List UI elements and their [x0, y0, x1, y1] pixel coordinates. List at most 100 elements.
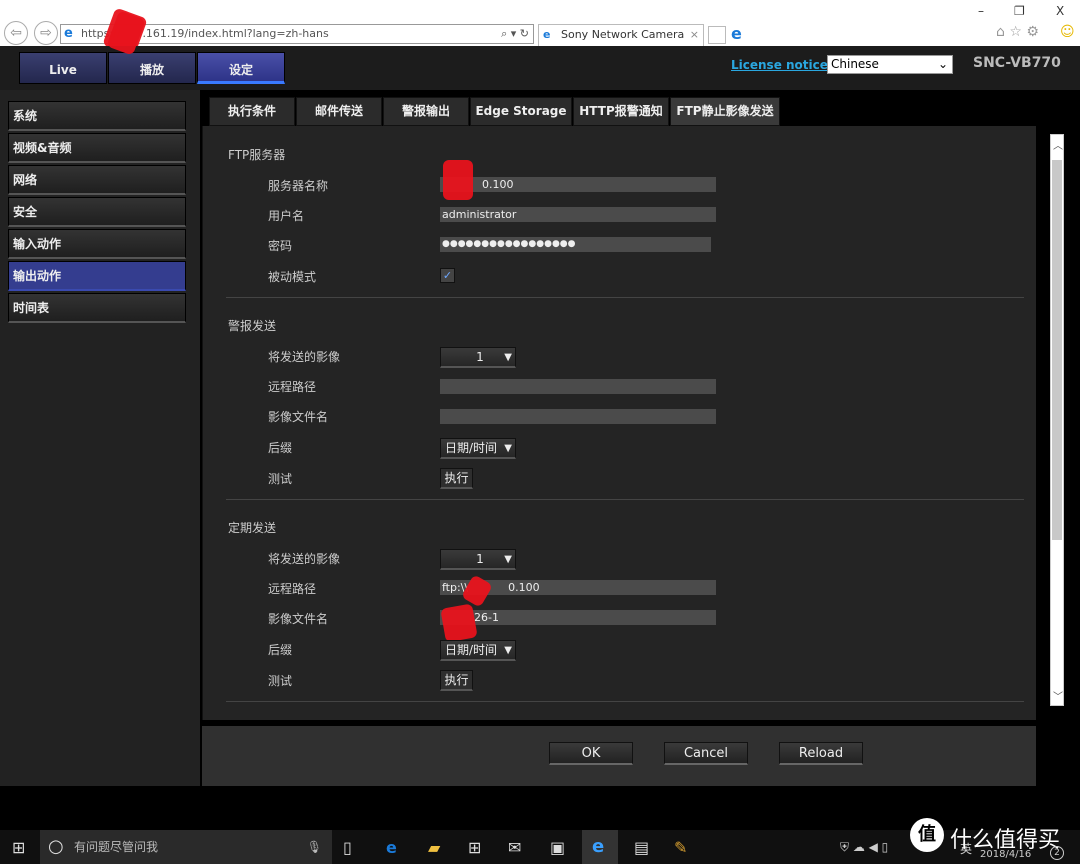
divider	[226, 297, 1024, 298]
search-refresh-icon[interactable]: ⌕ ▾ ↻	[501, 25, 529, 43]
remote-desktop-icon[interactable]: ▤	[634, 838, 649, 857]
password-input[interactable]: ●●●●●●●●●●●●●●●●●	[440, 237, 711, 252]
tab-http-alarm[interactable]: HTTP报警通知	[573, 97, 669, 126]
server-name-input[interactable]: 0.100	[440, 177, 716, 192]
sidebar-item-security[interactable]: 安全	[8, 197, 186, 227]
image-select[interactable]: 1 ▼	[440, 347, 516, 368]
license-notice-link[interactable]: License notice	[731, 58, 828, 72]
tab-edge-storage[interactable]: Edge Storage	[470, 97, 572, 126]
field-label: 服务器名称	[268, 179, 329, 193]
model-name: SNC-VB770	[973, 55, 1061, 71]
suffix-select[interactable]: 日期/时间 ▼	[440, 438, 516, 459]
tab-title: Sony Network Camera	[561, 28, 685, 41]
minimize-button[interactable]: –	[978, 4, 984, 18]
path-part: 0.100	[508, 581, 540, 594]
close-tab-icon[interactable]: ×	[690, 25, 699, 45]
suffix-select[interactable]: 日期/时间 ▼	[440, 640, 516, 661]
edge-icon[interactable]: e	[386, 838, 397, 857]
sidebar-item-output-action[interactable]: 输出动作	[8, 261, 186, 291]
select-value: 日期/时间	[445, 643, 498, 657]
triangle-down-icon: ▼	[504, 352, 512, 363]
scrollbar-thumb[interactable]	[1052, 160, 1062, 540]
watermark-text: 什么值得买	[950, 828, 1061, 853]
new-tab-button[interactable]	[708, 26, 726, 44]
field-label: 测试	[268, 472, 293, 486]
divider	[226, 701, 1024, 702]
sidebar-item-network[interactable]: 网络	[8, 165, 186, 195]
tab-mail[interactable]: 邮件传送	[296, 97, 382, 126]
field-label: 将发送的影像	[268, 350, 341, 364]
forward-button[interactable]: ⇨	[34, 21, 58, 45]
language-value: Chinese	[831, 57, 879, 71]
select-value: 日期/时间	[445, 441, 498, 455]
ie-icon: e	[64, 26, 73, 41]
divider	[226, 499, 1024, 500]
file-explorer-icon[interactable]: ▰	[428, 838, 440, 857]
select-value: 1	[476, 552, 484, 566]
store-icon[interactable]: ⊞	[468, 838, 481, 857]
sidebar-item-system[interactable]: 系统	[8, 101, 186, 131]
image-filename-input[interactable]: 26-1	[440, 610, 716, 625]
field-label: 将发送的影像	[268, 552, 341, 566]
field-label: 测试	[268, 674, 293, 688]
nav-playback[interactable]: 播放	[108, 52, 196, 84]
field-label: 远程路径	[268, 582, 317, 596]
passive-mode-checkbox[interactable]: ✓	[440, 268, 455, 283]
field-label: 用户名	[268, 209, 305, 223]
section-title: 定期发送	[228, 521, 277, 535]
triangle-down-icon: ▼	[504, 443, 512, 454]
close-window-button[interactable]: X	[1056, 4, 1064, 18]
nav-live[interactable]: Live	[19, 52, 107, 84]
cortana-circle-icon: ○	[48, 836, 64, 857]
redaction-mark	[440, 603, 478, 643]
section-title: FTP服务器	[228, 148, 286, 162]
field-label: 后缀	[268, 441, 293, 455]
test-run-button[interactable]: 执行	[440, 670, 473, 691]
url-text: .161.19/index.html?lang=zh-hans	[142, 27, 329, 40]
home-star-gear-icons[interactable]: ⌂ ☆ ⚙	[996, 24, 1039, 40]
remote-path-input[interactable]	[440, 379, 716, 394]
image-select[interactable]: 1 ▼	[440, 549, 516, 570]
tab-ftp-still-image[interactable]: FTP静止影像发送	[670, 97, 780, 126]
select-value: 1	[476, 350, 484, 364]
browser-chrome: ⇦ ⇨ e https://.161.19/index.html?lang=zh-…	[0, 0, 1080, 57]
chevron-up-icon[interactable]: ︿	[1053, 137, 1063, 152]
maximize-button[interactable]: ❐	[1014, 4, 1025, 18]
test-run-button[interactable]: 执行	[440, 468, 473, 489]
redaction-mark	[443, 160, 473, 200]
paint-icon[interactable]: ✎	[674, 838, 687, 857]
terminal-icon[interactable]: ▣	[550, 838, 565, 857]
sidebar-item-video-audio[interactable]: 视频&音频	[8, 133, 186, 163]
microphone-icon[interactable]: 🎙	[307, 830, 322, 864]
chevron-down-icon[interactable]: ﹀	[1053, 688, 1063, 703]
language-select[interactable]: Chinese ⌄	[827, 55, 953, 74]
field-label: 远程路径	[268, 380, 317, 394]
cancel-button[interactable]: Cancel	[664, 742, 748, 765]
tab-execution-condition[interactable]: 执行条件	[209, 97, 295, 126]
task-view-icon[interactable]: ▯	[343, 838, 352, 857]
field-label: 被动模式	[268, 270, 317, 284]
tab-alarm-output[interactable]: 警报输出	[383, 97, 469, 126]
ie-icon: e	[731, 24, 742, 43]
smiley-icon[interactable]: ☺	[1060, 24, 1075, 40]
browser-tab[interactable]: e Sony Network Camera ×	[538, 24, 704, 46]
system-tray-icons[interactable]: ⛨ ☁ ◀ ▯	[840, 840, 888, 855]
cortana-search[interactable]: ○ 有问题尽管问我 🎙	[40, 830, 332, 864]
ok-button[interactable]: OK	[549, 742, 633, 765]
username-input[interactable]: administrator	[440, 207, 716, 222]
mail-icon[interactable]: ✉	[508, 838, 521, 857]
sidebar-item-schedule[interactable]: 时间表	[8, 293, 186, 323]
windows-start-icon[interactable]: ⊞	[12, 838, 25, 857]
ie-icon: e	[592, 836, 605, 857]
triangle-down-icon: ▼	[504, 554, 512, 565]
nav-settings[interactable]: 设定	[197, 52, 285, 84]
field-label: 密码	[268, 239, 293, 253]
sidebar-item-input-action[interactable]: 输入动作	[8, 229, 186, 259]
notification-badge[interactable]: 2	[1050, 846, 1064, 860]
field-label: 后缀	[268, 643, 293, 657]
ie-icon: e	[543, 28, 551, 41]
ie-taskbar-active[interactable]: e	[582, 830, 618, 864]
back-button[interactable]: ⇦	[4, 21, 28, 45]
reload-button[interactable]: Reload	[779, 742, 863, 765]
image-filename-input[interactable]	[440, 409, 716, 424]
